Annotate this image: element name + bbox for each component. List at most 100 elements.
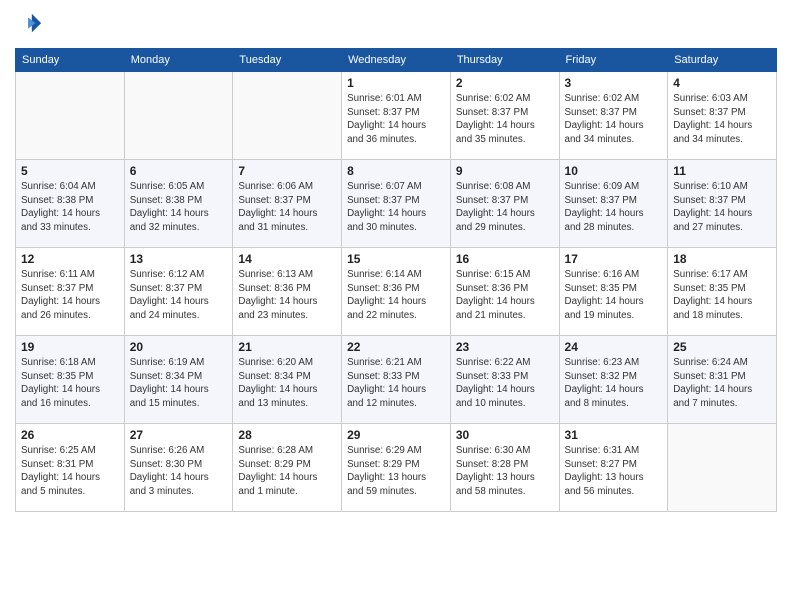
day-info: Sunrise: 6:26 AM Sunset: 8:30 PM Dayligh… bbox=[130, 444, 228, 499]
calendar-cell: 21Sunrise: 6:20 AM Sunset: 8:34 PM Dayli… bbox=[233, 336, 342, 424]
day-number: 13 bbox=[130, 252, 228, 266]
day-info: Sunrise: 6:18 AM Sunset: 8:35 PM Dayligh… bbox=[21, 356, 119, 411]
day-number: 10 bbox=[565, 164, 663, 178]
day-info: Sunrise: 6:13 AM Sunset: 8:36 PM Dayligh… bbox=[238, 268, 336, 323]
calendar-cell: 20 Sunrise: 6:19 AM Sunset: 8:34 PM Dayli… bbox=[124, 336, 233, 424]
weekday-header-wednesday: Wednesday bbox=[342, 49, 451, 72]
day-info: Sunrise: 6:05 AM Sunset: 8:38 PM Dayligh… bbox=[130, 180, 228, 235]
logo-icon bbox=[15, 10, 43, 38]
day-number: 24 bbox=[565, 340, 663, 354]
week-row-1: 1 Sunrise: 6:01 AM Sunset: 8:37 PM Daylig… bbox=[16, 72, 777, 160]
calendar-cell: 11Sunrise: 6:10 AM Sunset: 8:37 PM Dayli… bbox=[668, 160, 777, 248]
weekday-header-tuesday: Tuesday bbox=[233, 49, 342, 72]
calendar-cell: 1 Sunrise: 6:01 AM Sunset: 8:37 PM Daylig… bbox=[342, 72, 451, 160]
day-number: 19 bbox=[21, 340, 119, 354]
calendar-cell: 14 Sunrise: 6:13 AM Sunset: 8:36 PM Dayli… bbox=[233, 248, 342, 336]
day-info: Sunrise: 6:24 AM Sunset: 8:31 PM Dayligh… bbox=[673, 356, 771, 411]
day-info: Sunrise: 6:28 AM Sunset: 8:29 PM Dayligh… bbox=[238, 444, 336, 499]
header bbox=[15, 10, 777, 38]
calendar-cell: 15 Sunrise: 6:14 AM Sunset: 8:36 PM Dayli… bbox=[342, 248, 451, 336]
day-info: Sunrise: 6:11 AM Sunset: 8:37 PM Dayligh… bbox=[21, 268, 119, 323]
calendar-cell: 16 Sunrise: 6:15 AM Sunset: 8:36 PM Dayli… bbox=[450, 248, 559, 336]
calendar-cell: 29Sunrise: 6:29 AM Sunset: 8:29 PM Dayli… bbox=[342, 424, 451, 512]
day-info: Sunrise: 6:19 AM Sunset: 8:34 PM Dayligh… bbox=[130, 356, 228, 411]
calendar-cell: 17Sunrise: 6:16 AM Sunset: 8:35 PM Dayli… bbox=[559, 248, 668, 336]
calendar-table: SundayMondayTuesdayWednesdayThursdayFrid… bbox=[15, 48, 777, 512]
calendar-cell: 22 Sunrise: 6:21 AM Sunset: 8:33 PM Dayli… bbox=[342, 336, 451, 424]
calendar-cell: 2Sunrise: 6:02 AM Sunset: 8:37 PM Daylig… bbox=[450, 72, 559, 160]
day-info: Sunrise: 6:12 AM Sunset: 8:37 PM Dayligh… bbox=[130, 268, 228, 323]
day-number: 14 bbox=[238, 252, 336, 266]
day-number: 8 bbox=[347, 164, 445, 178]
day-number: 9 bbox=[456, 164, 554, 178]
weekday-header-saturday: Saturday bbox=[668, 49, 777, 72]
calendar-cell: 9 Sunrise: 6:08 AM Sunset: 8:37 PM Daylig… bbox=[450, 160, 559, 248]
day-info: Sunrise: 6:17 AM Sunset: 8:35 PM Dayligh… bbox=[673, 268, 771, 323]
day-number: 27 bbox=[130, 428, 228, 442]
calendar-cell: 6 Sunrise: 6:05 AM Sunset: 8:38 PM Daylig… bbox=[124, 160, 233, 248]
calendar-cell bbox=[233, 72, 342, 160]
day-info: Sunrise: 6:22 AM Sunset: 8:33 PM Dayligh… bbox=[456, 356, 554, 411]
calendar-cell bbox=[124, 72, 233, 160]
calendar-cell: 12 Sunrise: 6:11 AM Sunset: 8:37 PM Dayli… bbox=[16, 248, 125, 336]
day-info: Sunrise: 6:31 AM Sunset: 8:27 PM Dayligh… bbox=[565, 444, 663, 499]
day-number: 26 bbox=[21, 428, 119, 442]
day-number: 5 bbox=[21, 164, 119, 178]
day-info: Sunrise: 6:08 AM Sunset: 8:37 PM Dayligh… bbox=[456, 180, 554, 235]
calendar-cell: 24 Sunrise: 6:23 AM Sunset: 8:32 PM Dayli… bbox=[559, 336, 668, 424]
weekday-header-friday: Friday bbox=[559, 49, 668, 72]
day-number: 12 bbox=[21, 252, 119, 266]
day-info: Sunrise: 6:09 AM Sunset: 8:37 PM Dayligh… bbox=[565, 180, 663, 235]
day-number: 6 bbox=[130, 164, 228, 178]
calendar-cell: 23 Sunrise: 6:22 AM Sunset: 8:33 PM Dayli… bbox=[450, 336, 559, 424]
calendar-cell: 7 Sunrise: 6:06 AM Sunset: 8:37 PM Daylig… bbox=[233, 160, 342, 248]
calendar-cell: 28 Sunrise: 6:28 AM Sunset: 8:29 PM Dayli… bbox=[233, 424, 342, 512]
day-info: Sunrise: 6:06 AM Sunset: 8:37 PM Dayligh… bbox=[238, 180, 336, 235]
page: SundayMondayTuesdayWednesdayThursdayFrid… bbox=[0, 0, 792, 612]
calendar-cell bbox=[668, 424, 777, 512]
calendar-cell: 26 Sunrise: 6:25 AM Sunset: 8:31 PM Dayli… bbox=[16, 424, 125, 512]
week-row-5: 26 Sunrise: 6:25 AM Sunset: 8:31 PM Dayli… bbox=[16, 424, 777, 512]
day-number: 18 bbox=[673, 252, 771, 266]
calendar-cell: 3 Sunrise: 6:02 AM Sunset: 8:37 PM Daylig… bbox=[559, 72, 668, 160]
weekday-header-monday: Monday bbox=[124, 49, 233, 72]
day-number: 15 bbox=[347, 252, 445, 266]
day-number: 7 bbox=[238, 164, 336, 178]
day-info: Sunrise: 6:04 AM Sunset: 8:38 PM Dayligh… bbox=[21, 180, 119, 235]
day-info: Sunrise: 6:10 AM Sunset: 8:37 PM Dayligh… bbox=[673, 180, 771, 235]
day-number: 29 bbox=[347, 428, 445, 442]
week-row-3: 12 Sunrise: 6:11 AM Sunset: 8:37 PM Dayli… bbox=[16, 248, 777, 336]
calendar-cell: 13 Sunrise: 6:12 AM Sunset: 8:37 PM Dayli… bbox=[124, 248, 233, 336]
day-number: 22 bbox=[347, 340, 445, 354]
day-info: Sunrise: 6:14 AM Sunset: 8:36 PM Dayligh… bbox=[347, 268, 445, 323]
day-number: 23 bbox=[456, 340, 554, 354]
weekday-header-thursday: Thursday bbox=[450, 49, 559, 72]
day-number: 28 bbox=[238, 428, 336, 442]
week-row-4: 19 Sunrise: 6:18 AM Sunset: 8:35 PM Dayli… bbox=[16, 336, 777, 424]
week-row-2: 5 Sunrise: 6:04 AM Sunset: 8:38 PM Daylig… bbox=[16, 160, 777, 248]
logo bbox=[15, 10, 47, 38]
calendar-cell: 18 Sunrise: 6:17 AM Sunset: 8:35 PM Dayli… bbox=[668, 248, 777, 336]
day-number: 3 bbox=[565, 76, 663, 90]
day-info: Sunrise: 6:02 AM Sunset: 8:37 PM Dayligh… bbox=[565, 92, 663, 147]
calendar-cell: 27 Sunrise: 6:26 AM Sunset: 8:30 PM Dayli… bbox=[124, 424, 233, 512]
day-info: Sunrise: 6:03 AM Sunset: 8:37 PM Dayligh… bbox=[673, 92, 771, 147]
day-number: 16 bbox=[456, 252, 554, 266]
day-info: Sunrise: 6:15 AM Sunset: 8:36 PM Dayligh… bbox=[456, 268, 554, 323]
day-info: Sunrise: 6:02 AM Sunset: 8:37 PM Dayligh… bbox=[456, 92, 554, 147]
day-number: 1 bbox=[347, 76, 445, 90]
day-info: Sunrise: 6:21 AM Sunset: 8:33 PM Dayligh… bbox=[347, 356, 445, 411]
calendar-cell: 10 Sunrise: 6:09 AM Sunset: 8:37 PM Dayli… bbox=[559, 160, 668, 248]
calendar-cell: 19 Sunrise: 6:18 AM Sunset: 8:35 PM Dayli… bbox=[16, 336, 125, 424]
day-number: 4 bbox=[673, 76, 771, 90]
day-info: Sunrise: 6:07 AM Sunset: 8:37 PM Dayligh… bbox=[347, 180, 445, 235]
day-info: Sunrise: 6:25 AM Sunset: 8:31 PM Dayligh… bbox=[21, 444, 119, 499]
calendar-cell: 8 Sunrise: 6:07 AM Sunset: 8:37 PM Daylig… bbox=[342, 160, 451, 248]
day-info: Sunrise: 6:23 AM Sunset: 8:32 PM Dayligh… bbox=[565, 356, 663, 411]
weekday-header-sunday: Sunday bbox=[16, 49, 125, 72]
calendar-cell bbox=[16, 72, 125, 160]
day-number: 21 bbox=[238, 340, 336, 354]
day-number: 20 bbox=[130, 340, 228, 354]
day-info: Sunrise: 6:16 AM Sunset: 8:35 PM Dayligh… bbox=[565, 268, 663, 323]
day-info: Sunrise: 6:01 AM Sunset: 8:37 PM Dayligh… bbox=[347, 92, 445, 147]
